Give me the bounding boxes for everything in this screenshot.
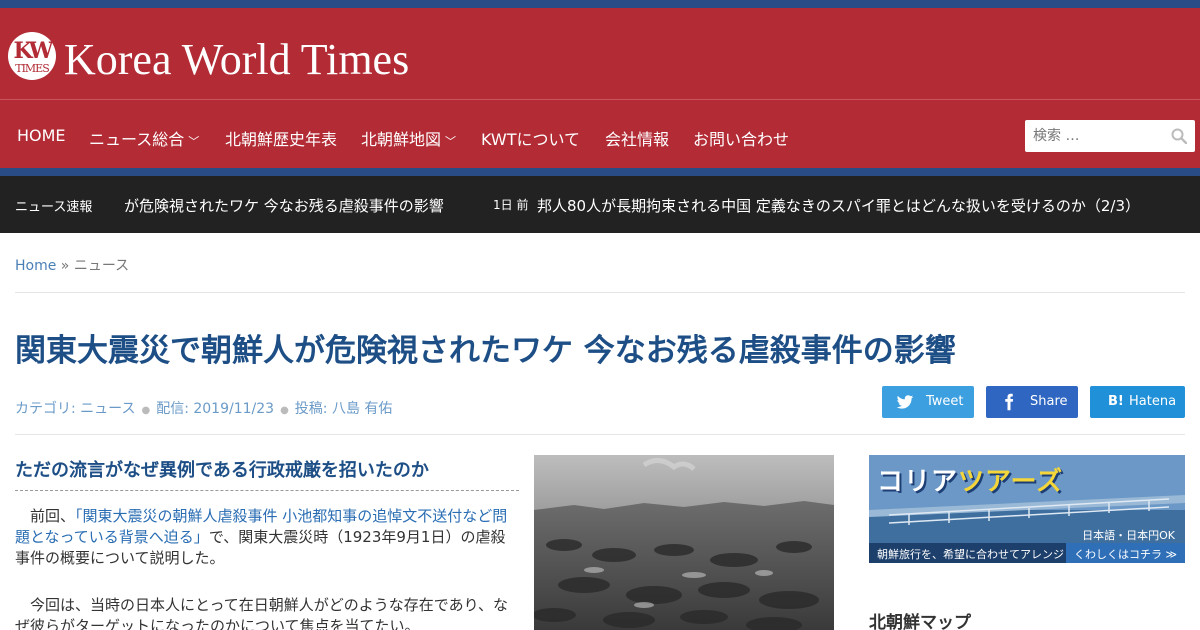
ticker-time: 1日 前 xyxy=(493,198,529,212)
ticker-item[interactable]: が危険視されたワケ 今なお残る虐殺事件の影響 xyxy=(124,195,444,216)
article-date: 配信: 2019/11/23 xyxy=(156,401,275,417)
search-input[interactable] xyxy=(1025,120,1165,152)
breadcrumb: Home » ニュース xyxy=(15,255,129,275)
facebook-icon xyxy=(1005,393,1014,411)
ad-strip: 朝鮮旅行を、希望に合わせてアレンジ くわしくはコチラ ≫ xyxy=(869,543,1185,563)
share-label: Hatena xyxy=(1129,394,1177,409)
article-paragraph: 前回、「関東大震災の朝鮮人虐殺事件 小池都知事の追悼文不送付など問題となっている… xyxy=(15,506,519,569)
ad-note: 日本語・日本円OK xyxy=(1082,529,1175,542)
search-box xyxy=(1025,120,1195,152)
chevron-down-icon: ﹀ xyxy=(188,135,200,148)
article-meta: カテゴリ: ニュース ● 配信: 2019/11/23 ● 投稿: 八島 有佑 xyxy=(15,398,392,418)
nav-item-history[interactable]: 北朝鮮歴史年表 xyxy=(225,126,337,150)
twitter-share-button[interactable]: Tweet xyxy=(882,386,974,418)
nav-item-map[interactable]: 北朝鮮地図 ﹀ xyxy=(361,126,456,150)
korea-tours-ad-banner[interactable]: コリアツアーズ 日本語・日本円OK 朝鮮旅行を、希望に合わせてアレンジ くわしく… xyxy=(869,455,1185,563)
ad-title: コリアツアーズ xyxy=(877,461,1063,498)
breadcrumb-home[interactable]: Home xyxy=(15,258,56,274)
article-photo[interactable] xyxy=(534,455,834,630)
site-logo-icon[interactable]: KW TIMES xyxy=(8,32,56,80)
logo-kw: KW xyxy=(13,38,53,64)
paragraph-text: 前回、 xyxy=(15,507,76,525)
search-icon[interactable] xyxy=(1171,128,1187,144)
article-title: 関東大震災で朝鮮人が危険視されたワケ 今なお残る虐殺事件の影響 xyxy=(15,333,956,369)
ticker-label: ニュース速報 xyxy=(15,200,93,215)
nav-label: 会社情報 xyxy=(605,130,670,149)
breadcrumb-category[interactable]: ニュース xyxy=(74,258,129,274)
meta-separator: ● xyxy=(280,405,289,416)
ad-cta[interactable]: くわしくはコチラ ≫ xyxy=(1065,543,1185,563)
article-subheading: ただの流言がなぜ異例である行政戒厳を招いたのか xyxy=(15,456,519,491)
hatena-icon: B! xyxy=(1108,394,1124,409)
nav-item-about[interactable]: KWTについて xyxy=(481,126,580,150)
site-header: KW TIMES Korea World Times xyxy=(0,8,1200,100)
share-label: Share xyxy=(1030,394,1068,409)
hatena-share-button[interactable]: B! Hatena xyxy=(1090,386,1185,418)
meta-separator: ● xyxy=(141,405,151,416)
main-nav: HOME ニュース総合 ﹀ 北朝鮮歴史年表 北朝鮮地図 ﹀ KWTについて 会社情報… xyxy=(0,100,1200,168)
facebook-share-button[interactable]: Share xyxy=(986,386,1078,418)
ad-title-part: コリア xyxy=(877,467,959,497)
article-paragraph: 今回は、当時の日本人にとって在日朝鮮人がどのような存在であり、なぜ彼らがターゲッ… xyxy=(15,596,509,630)
logo-times: TIMES xyxy=(15,62,50,75)
ticker-accent-bar xyxy=(0,168,1200,176)
breaking-news-ticker: ニュース速報 が危険視されたワケ 今なお残る虐殺事件の影響 1日 前 邦人80人… xyxy=(0,176,1200,233)
nav-label: 北朝鮮歴史年表 xyxy=(225,130,338,149)
divider xyxy=(15,434,1185,435)
twitter-icon xyxy=(896,395,914,409)
breadcrumb-separator: » xyxy=(60,258,70,274)
divider xyxy=(15,292,1185,293)
nav-label: KWTについて xyxy=(481,130,581,149)
nav-label: ニュース総合 xyxy=(89,130,185,149)
top-accent-bar xyxy=(0,0,1200,8)
nav-label: 北朝鮮地図 xyxy=(361,130,442,149)
nav-item-company[interactable]: 会社情報 xyxy=(605,126,669,150)
article-photo-image xyxy=(534,455,834,630)
chevron-down-icon: ﹀ xyxy=(445,135,457,148)
nav-item-contact[interactable]: お問い合わせ xyxy=(693,126,789,150)
nav-item-home[interactable]: HOME xyxy=(17,126,66,145)
ad-title-part: ツアーズ xyxy=(958,467,1064,497)
article-author[interactable]: 投稿: 八島 有佑 xyxy=(295,401,393,417)
site-name[interactable]: Korea World Times xyxy=(64,34,409,85)
share-label: Tweet xyxy=(926,394,964,409)
article-category[interactable]: カテゴリ: ニュース xyxy=(15,401,135,417)
ad-tagline: 朝鮮旅行を、希望に合わせてアレンジ xyxy=(877,548,1064,561)
ticker-item[interactable]: 邦人80人が長期拘束される中国 定義なきのスパイ罪とはどんな扱いを受けるのか（2… xyxy=(537,195,1140,216)
nav-label: HOME xyxy=(17,126,66,145)
nav-item-news[interactable]: ニュース総合 ﹀ xyxy=(89,126,199,150)
sidebar-widget-title: 北朝鮮マップ xyxy=(869,613,971,630)
nav-label: お問い合わせ xyxy=(693,130,790,149)
